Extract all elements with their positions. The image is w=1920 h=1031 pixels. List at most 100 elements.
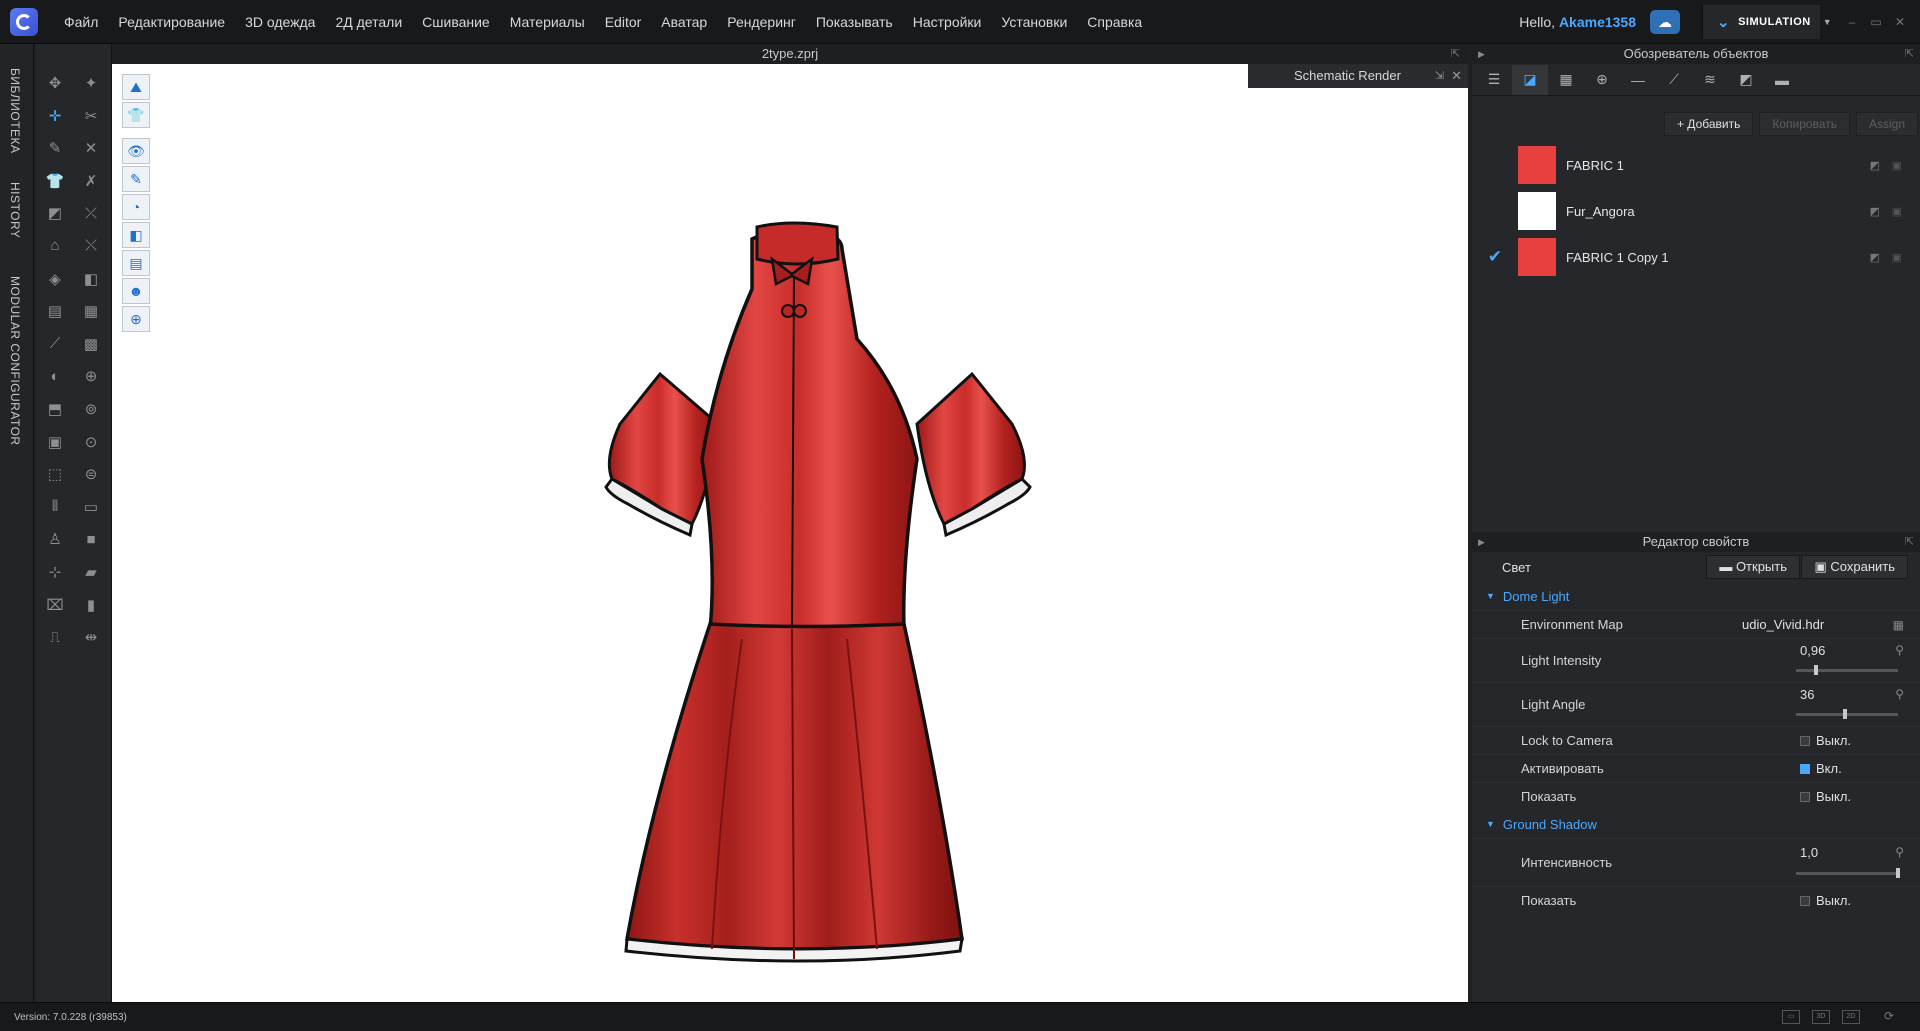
refresh-icon[interactable]: ⟳: [1880, 1010, 1898, 1024]
popout-icon[interactable]: ⇱: [1905, 532, 1914, 552]
show-shadow-icon[interactable]: ◧: [122, 222, 150, 248]
material-edit-icon[interactable]: ◩: [1870, 205, 1880, 218]
browse-icon[interactable]: ▦: [1893, 618, 1904, 632]
menu-item[interactable]: Показывать: [806, 0, 903, 44]
texture-pattern-icon[interactable]: ▩: [76, 329, 106, 359]
pin-icon[interactable]: ⚲: [1895, 687, 1904, 701]
show-avatar-icon[interactable]: ◔: [122, 194, 150, 220]
close-schematic-icon[interactable]: ✕: [1451, 64, 1462, 88]
restore-icon[interactable]: ▭: [1864, 15, 1888, 29]
pen-tool-icon[interactable]: ✎: [40, 133, 70, 163]
shadow-show-toggle[interactable]: Выкл.: [1800, 893, 1851, 908]
material-edit-icon[interactable]: ◩: [1870, 251, 1880, 264]
material-row[interactable]: ✔ FABRIC 1 Copy 1 ◩ ▣: [1472, 234, 1920, 280]
material-lock-icon[interactable]: ▣: [1892, 205, 1902, 218]
size-tool-icon[interactable]: ⎍: [40, 622, 70, 652]
show-toggle[interactable]: Выкл.: [1800, 789, 1851, 804]
slider-knob[interactable]: [1842, 709, 1847, 719]
tack-tool-icon[interactable]: ⌂: [40, 231, 70, 261]
pin-icon[interactable]: ⚲: [1895, 643, 1904, 657]
edit-sewing-icon[interactable]: ✂: [76, 101, 106, 131]
solid-fill-icon[interactable]: ■: [76, 524, 106, 554]
material-edit-icon[interactable]: ◩: [1870, 159, 1880, 172]
light-intensity-value[interactable]: 0,96: [1800, 643, 1825, 658]
dress-3d-model[interactable]: [542, 159, 1042, 979]
open-button[interactable]: ▬ Открыть: [1706, 555, 1800, 579]
segment-sewing-icon[interactable]: ✕: [76, 133, 106, 163]
copy-button[interactable]: Копировать: [1759, 112, 1850, 136]
menu-item[interactable]: 3D одежда: [235, 0, 325, 44]
collapse-arrow-icon[interactable]: ▶: [1478, 44, 1485, 64]
pattern-fill-icon[interactable]: ▦: [76, 296, 106, 326]
close-icon[interactable]: ✕: [1888, 15, 1912, 29]
popout-icon[interactable]: ⇱: [1451, 44, 1460, 64]
mirror-sewing-icon[interactable]: ⤬: [76, 231, 106, 261]
simulation-mode-select[interactable]: ⌄ SIMULATION ▼: [1702, 5, 1832, 39]
material-swatch[interactable]: [1518, 146, 1556, 184]
assign-button[interactable]: Assign: [1855, 112, 1918, 136]
zipper-tab-icon[interactable]: ≋: [1692, 65, 1728, 95]
shadow-intensity-slider[interactable]: [1796, 868, 1900, 878]
measure-tool-icon[interactable]: ⟋: [40, 329, 70, 359]
popout-icon[interactable]: ⇱: [1905, 44, 1914, 64]
check-sewing-icon[interactable]: ⤫: [76, 198, 106, 228]
graphic-tool-icon[interactable]: ⬒: [40, 394, 70, 424]
avatar-move-icon[interactable]: ✦: [76, 68, 106, 98]
button-tab-icon[interactable]: ⊕: [1584, 65, 1620, 95]
schematic-render-panel[interactable]: Schematic Render ⇲ ✕: [1248, 64, 1468, 88]
checkbox-icon[interactable]: [1800, 896, 1810, 906]
light-angle-value[interactable]: 36: [1800, 687, 1814, 702]
3d-view-icon[interactable]: 3D: [1812, 1010, 1830, 1024]
checkbox-icon[interactable]: [1800, 736, 1810, 746]
single-view-icon[interactable]: ▭: [1782, 1010, 1800, 1024]
tab-library[interactable]: БИБЛИОТЕКА: [8, 68, 22, 154]
checkbox-checked-icon[interactable]: [1800, 764, 1810, 774]
button-select-icon[interactable]: ⊚: [76, 394, 106, 424]
tab-modular-configurator[interactable]: MODULAR CONFIGURATOR: [8, 276, 22, 446]
lock-camera-toggle[interactable]: Выкл.: [1800, 733, 1851, 748]
menu-item[interactable]: Материалы: [500, 0, 595, 44]
tab-history[interactable]: HISTORY: [8, 182, 22, 238]
menu-item[interactable]: Рендеринг: [717, 0, 806, 44]
show-pins-icon[interactable]: ✎: [122, 166, 150, 192]
menu-item[interactable]: Editor: [595, 0, 652, 44]
print-layout-icon[interactable]: ▣: [40, 427, 70, 457]
dome-light-section[interactable]: ▼ Dome Light: [1472, 582, 1920, 610]
light-intensity-slider[interactable]: [1796, 665, 1898, 675]
shadow-intensity-value[interactable]: 1,0: [1800, 845, 1818, 860]
fabric-edit-icon[interactable]: ◧: [76, 264, 106, 294]
puckering-icon[interactable]: ▮: [76, 590, 106, 620]
cloud-icon[interactable]: ☁: [1650, 10, 1680, 34]
button-tool-icon[interactable]: ⬚: [40, 459, 70, 489]
collapse-arrow-icon[interactable]: ▶: [1478, 532, 1485, 552]
fabric-tab-icon[interactable]: ◪: [1512, 64, 1548, 95]
garment-tool-icon[interactable]: 👕: [40, 166, 70, 196]
save-button[interactable]: ▣ Сохранить: [1801, 555, 1908, 579]
menu-item[interactable]: Аватар: [651, 0, 717, 44]
zipper-select-icon[interactable]: ⊜: [76, 459, 106, 489]
pin-icon[interactable]: ⇲: [1435, 64, 1444, 88]
transform-tool-icon[interactable]: ✛: [40, 101, 70, 131]
measure-tab-icon[interactable]: ▬: [1764, 65, 1800, 95]
ground-shadow-section[interactable]: ▼ Ground Shadow: [1472, 810, 1920, 838]
material-row[interactable]: FABRIC 1 ◩ ▣: [1472, 142, 1920, 188]
pin-icon[interactable]: ⚲: [1895, 845, 1904, 859]
avatar-skin-icon[interactable]: ☻: [122, 278, 150, 304]
topstitch-tab-icon[interactable]: —: [1620, 65, 1656, 95]
texture-tab-icon[interactable]: ▦: [1548, 65, 1584, 95]
garment-view-icon[interactable]: 👕: [122, 102, 150, 128]
3d-viewport[interactable]: ⛰ 👕 👁 ✎ ◔ ◧ ▤ ☻ ⊕ Schematic Render ⇲ ✕: [112, 64, 1468, 1002]
add-button[interactable]: + Добавить: [1663, 112, 1754, 136]
minimize-icon[interactable]: –: [1840, 15, 1864, 29]
menu-item[interactable]: Настройки: [903, 0, 992, 44]
slider-knob[interactable]: [1896, 868, 1900, 878]
material-row[interactable]: Fur_Angora ◩ ▣: [1472, 188, 1920, 234]
texture-tool-icon[interactable]: ◐: [40, 361, 70, 391]
fold-tool-icon[interactable]: ◩: [40, 198, 70, 228]
free-sewing-icon[interactable]: ✗: [76, 166, 106, 196]
material-swatch[interactable]: [1518, 192, 1556, 230]
graphic-tab-icon[interactable]: ◩: [1728, 65, 1764, 95]
strap-tool-icon[interactable]: ▤: [40, 296, 70, 326]
list-view-icon[interactable]: ☰: [1476, 65, 1512, 95]
zipper-tool-icon[interactable]: ⫴: [40, 492, 70, 522]
